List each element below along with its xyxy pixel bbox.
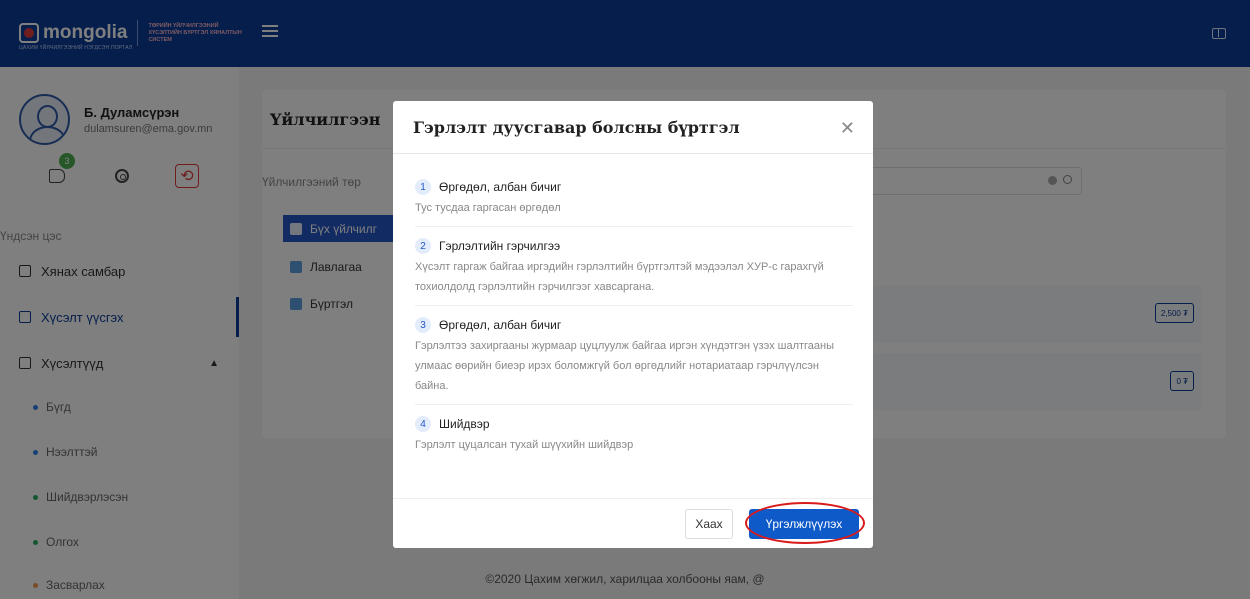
step-description: Гэрлэлт цуцалсан тухай шүүхийн шийдвэр bbox=[415, 439, 634, 451]
step-number: 3 bbox=[415, 317, 431, 333]
modal-title: Гэрлэлт дуусгавар болсны бүртгэл bbox=[413, 118, 740, 137]
step-title: Өргөдөл, албан бичиг bbox=[439, 180, 562, 194]
step-number: 1 bbox=[415, 179, 431, 195]
step-number: 2 bbox=[415, 238, 431, 254]
requirement-step: 2 Гэрлэлтийн гэрчилгээ Хүсэлт гаргаж бай… bbox=[415, 235, 853, 306]
close-button[interactable]: Хаах bbox=[685, 509, 733, 539]
step-title: Шийдвэр bbox=[439, 417, 490, 431]
step-description: Тус тусдаа гаргасан өргөдөл bbox=[415, 202, 561, 214]
step-number: 4 bbox=[415, 416, 431, 432]
step-description: Хүсэлт гаргаж байгаа иргэдийн гэрлэлтийн… bbox=[415, 261, 824, 293]
step-title: Өргөдөл, албан бичиг bbox=[439, 318, 562, 332]
divider bbox=[393, 153, 873, 154]
close-icon[interactable]: ✕ bbox=[840, 118, 855, 139]
highlight-annotation bbox=[745, 502, 865, 544]
service-requirements-modal: Гэрлэлт дуусгавар болсны бүртгэл ✕ 1 Өрг… bbox=[393, 101, 873, 548]
requirement-step: 4 Шийдвэр Гэрлэлт цуцалсан тухай шүүхийн… bbox=[415, 413, 853, 463]
requirement-step: 3 Өргөдөл, албан бичиг Гэрлэлтээ захирга… bbox=[415, 314, 853, 405]
step-title: Гэрлэлтийн гэрчилгээ bbox=[439, 239, 561, 253]
step-description: Гэрлэлтээ захиргааны журмаар цуцлуулж ба… bbox=[415, 340, 835, 392]
requirement-step: 1 Өргөдөл, албан бичиг Тус тусдаа гаргас… bbox=[415, 176, 853, 227]
requirement-steps: 1 Өргөдөл, албан бичиг Тус тусдаа гаргас… bbox=[415, 176, 853, 471]
